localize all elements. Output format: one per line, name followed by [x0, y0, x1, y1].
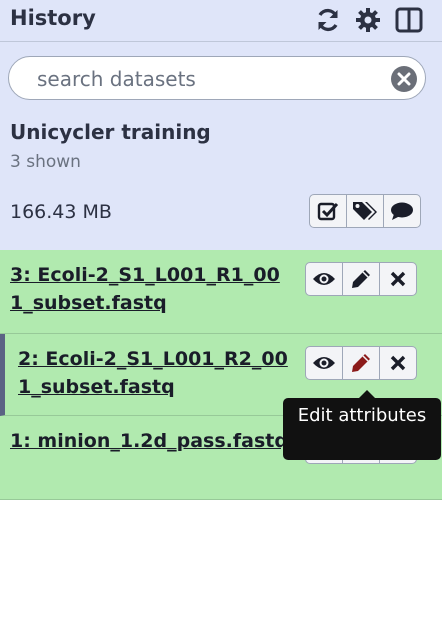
pencil-icon	[352, 270, 370, 288]
select-datasets-button[interactable]	[309, 194, 347, 228]
pencil-icon	[352, 354, 370, 372]
page-title: History	[10, 6, 96, 30]
close-icon	[390, 271, 406, 287]
shown-count: 3 shown	[10, 152, 81, 172]
gear-icon[interactable]	[353, 6, 383, 34]
tags-icon	[353, 202, 377, 220]
history-actions	[309, 194, 421, 228]
eye-icon	[313, 273, 335, 285]
dataset-title[interactable]: 2: Ecoli-2_S1_L001_R2_001_subset.fastq	[18, 345, 298, 401]
eye-icon	[313, 357, 335, 369]
history-name[interactable]: Unicycler training	[10, 120, 211, 144]
history-header: History	[0, 0, 442, 42]
annotation-button[interactable]	[383, 194, 421, 228]
history-panel: History search datasets Unicycler traini…	[0, 0, 442, 250]
dataset-title[interactable]: 3: Ecoli-2_S1_L001_R1_001_subset.fastq	[10, 261, 290, 317]
edit-button[interactable]	[342, 262, 380, 296]
search-input[interactable]	[35, 64, 379, 94]
refresh-icon[interactable]	[313, 6, 343, 34]
comment-icon	[391, 202, 413, 220]
delete-button[interactable]	[379, 346, 417, 380]
dataset-actions	[305, 262, 417, 296]
tags-button[interactable]	[346, 194, 384, 228]
edit-button[interactable]	[342, 346, 380, 380]
dataset-actions	[305, 346, 417, 380]
columns-icon[interactable]	[394, 6, 424, 34]
search-bar	[8, 56, 426, 100]
close-icon	[390, 355, 406, 371]
dataset-title[interactable]: 1: minion_1.2d_pass.fastq	[10, 427, 290, 455]
delete-button[interactable]	[379, 262, 417, 296]
view-button[interactable]	[305, 346, 343, 380]
history-size: 166.43 MB	[10, 201, 112, 223]
view-button[interactable]	[305, 262, 343, 296]
dataset-item: 3: Ecoli-2_S1_L001_R1_001_subset.fastq	[0, 250, 442, 334]
clear-search-icon[interactable]	[391, 66, 417, 92]
check-square-icon	[317, 202, 339, 221]
edit-attributes-tooltip: Edit attributes	[283, 390, 441, 460]
